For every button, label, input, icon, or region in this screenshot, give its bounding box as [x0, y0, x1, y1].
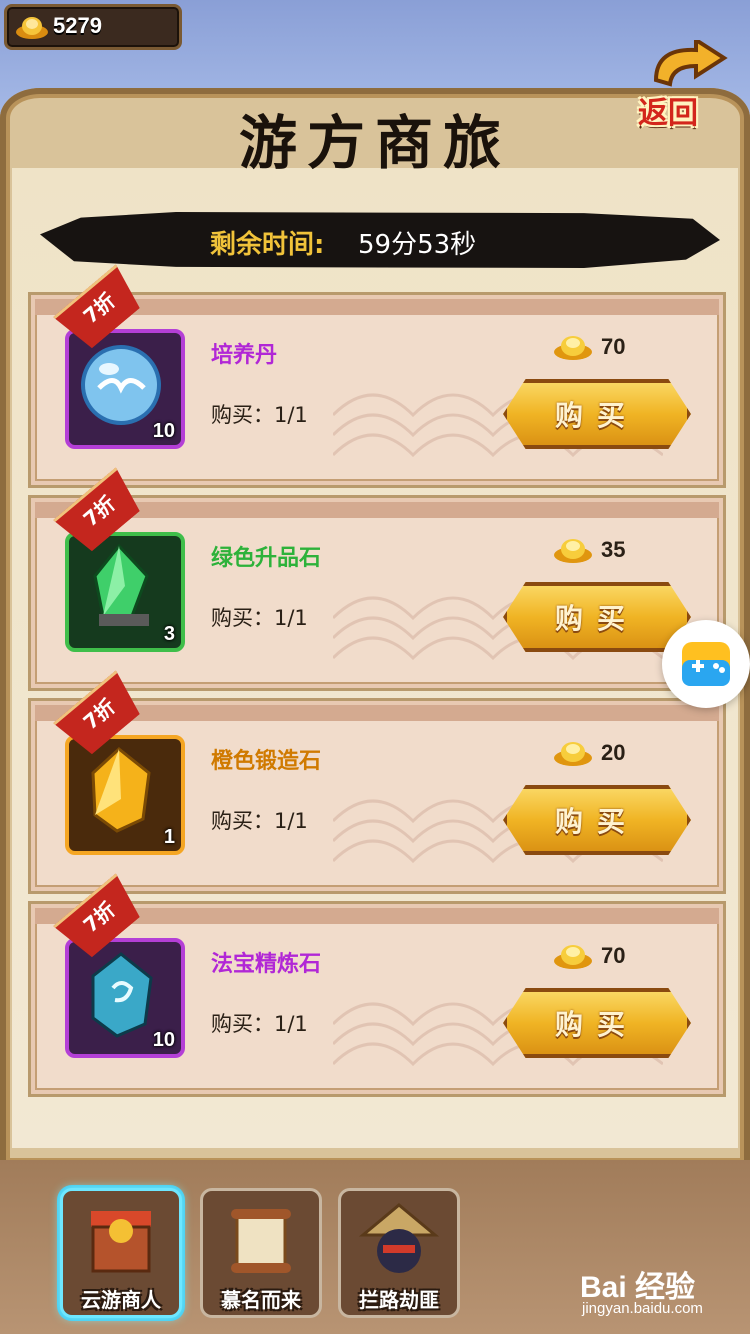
item-quantity: 10	[152, 1029, 175, 1051]
floating-game-button[interactable]	[662, 620, 750, 708]
tab-label: 慕名而来	[221, 1288, 301, 1312]
merchant-chest-icon	[81, 1201, 161, 1285]
buy-button-label: 购买	[554, 399, 639, 432]
item-quantity: 3	[163, 623, 175, 645]
item-slot[interactable]: 3	[65, 532, 185, 652]
bandit-icon	[358, 1201, 440, 1285]
purchase-limit: 购买：1/1	[211, 403, 308, 427]
purchase-limit: 购买：1/1	[211, 606, 308, 630]
price-value: 20	[601, 740, 626, 765]
item-slot[interactable]: 10	[65, 329, 185, 449]
buy-button-label: 购买	[554, 1008, 639, 1041]
purchase-limit: 购买：1/1	[211, 809, 308, 833]
item-price: 70	[553, 942, 625, 970]
gold-ingot-icon	[15, 14, 49, 44]
item-price: 70	[553, 333, 625, 361]
purchase-limit: 购买：1/1	[211, 1012, 308, 1036]
tab-2[interactable]: 慕名而来	[200, 1188, 322, 1318]
shop-item-row: 10 7折 培养丹 购买：1/1 70 购买	[28, 292, 726, 488]
shop-item-row: 1 7折 橙色锻造石 购买：1/1 20 购买	[28, 698, 726, 894]
price-value: 35	[601, 537, 626, 562]
buy-button[interactable]: 购买	[503, 988, 691, 1058]
shop-item-row: 3 7折 绿色升品石 购买：1/1 35 购买	[28, 495, 726, 691]
item-quantity: 10	[152, 420, 175, 442]
item-name: 法宝精炼石	[211, 952, 322, 977]
buy-button[interactable]: 购买	[503, 379, 691, 449]
buy-button-label: 购买	[554, 602, 639, 635]
buy-button[interactable]: 购买	[503, 785, 691, 855]
item-name: 绿色升品石	[211, 546, 322, 571]
watermark: Bai 经验 jingyan.baidu.com	[576, 1262, 746, 1326]
countdown-label: 剩余时间:	[210, 230, 325, 260]
tab-label: 拦路劫匪	[359, 1288, 439, 1312]
item-name: 培养丹	[211, 343, 278, 368]
gold-ingot-icon	[554, 945, 592, 969]
item-slot[interactable]: 10	[65, 938, 185, 1058]
item-slot[interactable]: 1	[65, 735, 185, 855]
gold-ingot-icon	[554, 539, 592, 563]
buy-button-label: 购买	[554, 805, 639, 838]
green-crystal-icon	[69, 536, 173, 644]
back-button[interactable]: 返回	[636, 40, 728, 132]
price-value: 70	[601, 334, 626, 359]
tab-1[interactable]: 云游商人	[60, 1188, 182, 1318]
scroll-icon	[221, 1201, 301, 1285]
shop-item-row: 10 7折 法宝精炼石 购买：1/1 70 购买	[28, 901, 726, 1097]
gamepad-icon	[682, 642, 730, 686]
item-price: 35	[553, 536, 625, 564]
back-label: 返回	[638, 96, 698, 131]
orange-gem-icon	[69, 739, 173, 847]
tab-label: 云游商人	[81, 1288, 161, 1312]
countdown-value: 59分53秒	[358, 230, 477, 260]
tab-3[interactable]: 拦路劫匪	[338, 1188, 460, 1318]
gold-ingot-icon	[554, 336, 592, 360]
currency-counter: 5279	[4, 4, 182, 50]
item-quantity: 1	[163, 826, 175, 848]
gold-ingot-icon	[554, 742, 592, 766]
item-name: 橙色锻造石	[211, 749, 322, 774]
countdown-banner: 剩余时间: 59分53秒	[40, 212, 720, 268]
item-price: 20	[553, 739, 625, 767]
watermark-url: jingyan.baidu.com	[582, 1300, 703, 1317]
currency-amount: 5279	[53, 13, 102, 38]
price-value: 70	[601, 943, 626, 968]
